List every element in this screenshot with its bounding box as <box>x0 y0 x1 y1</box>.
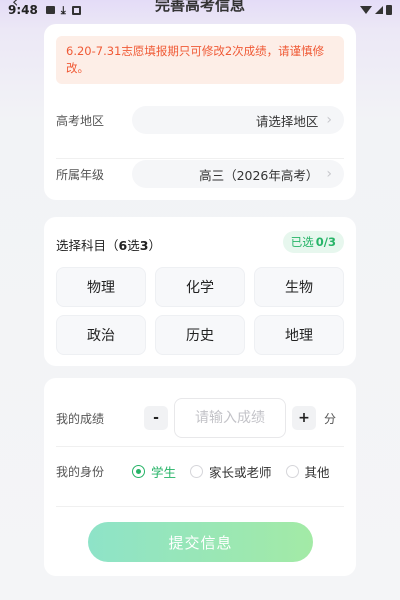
divider <box>56 158 344 159</box>
score-unit: 分 <box>324 411 337 426</box>
subjects-title-suffix: ） <box>148 238 161 253</box>
identity-option-label: 学生 <box>151 464 177 480</box>
subjects-grid: 物理 化学 生物 政治 历史 地理 <box>56 267 344 355</box>
region-select[interactable]: 请选择地区 › <box>132 106 344 134</box>
subjects-card: 选择科目（6选3） 已选 0/3 物理 化学 生物 政治 历史 地理 <box>44 217 356 366</box>
radio-checked-icon <box>132 464 145 478</box>
subjects-title-rule: 6 <box>118 238 128 253</box>
region-row: 高考地区 请选择地区 › <box>56 106 344 134</box>
identity-option-label: 其他 <box>304 464 330 480</box>
subjects-title: 选择科目（6选3） <box>56 235 161 254</box>
subject-physics[interactable]: 物理 <box>56 267 146 307</box>
chevron-right-icon: › <box>326 166 332 182</box>
page-title: 完善高考信息 <box>154 0 245 14</box>
region-value: 请选择地区 <box>255 113 319 129</box>
grade-label: 所属年级 <box>56 167 105 182</box>
score-decrement-button[interactable]: - <box>144 406 168 430</box>
subject-geography[interactable]: 地理 <box>254 315 344 355</box>
score-input[interactable] <box>174 398 286 438</box>
selected-count-badge: 已选 0/3 <box>282 231 344 253</box>
subject-politics[interactable]: 政治 <box>56 315 146 355</box>
subject-history[interactable]: 历史 <box>155 315 245 355</box>
subjects-title-mid: 选 <box>127 238 140 253</box>
selected-count: 0/3 <box>315 235 336 249</box>
subject-biology[interactable]: 生物 <box>254 267 344 307</box>
basic-info-card: 6.20-7.31志愿填报期只可修改2次成绩，请谨慎修改。 高考地区 请选择地区… <box>44 24 356 200</box>
grade-select[interactable]: 高三（2026年高考） › <box>132 160 344 188</box>
identity-row: 我的身份 学生 家长或老师 其他 <box>56 460 356 482</box>
divider <box>56 446 344 447</box>
subject-chemistry[interactable]: 化学 <box>155 267 245 307</box>
radio-icon <box>285 464 299 478</box>
edit-limit-notice: 6.20-7.31志愿填报期只可修改2次成绩，请谨慎修改。 <box>56 36 344 84</box>
submit-button[interactable]: 提交信息 <box>88 522 313 562</box>
score-increment-button[interactable]: + <box>292 406 316 430</box>
grade-value: 高三（2026年高考） <box>199 167 319 183</box>
score-card: 我的成绩 - + 分 我的身份 学生 家长或老师 其他 提交信息 <box>44 378 356 576</box>
identity-option-other[interactable]: 其他 <box>285 462 330 481</box>
score-row: 我的成绩 - + 分 <box>56 398 344 438</box>
chevron-right-icon: › <box>326 112 332 128</box>
score-label: 我的成绩 <box>56 411 105 426</box>
identity-option-label: 家长或老师 <box>209 464 272 480</box>
identity-option-student[interactable]: 学生 <box>132 462 176 481</box>
identity-option-parent-teacher[interactable]: 家长或老师 <box>190 462 272 481</box>
selected-prefix: 已选 <box>290 235 314 249</box>
divider <box>56 506 344 507</box>
identity-label: 我的身份 <box>56 464 105 479</box>
grade-row: 所属年级 高三（2026年高考） › <box>56 160 344 188</box>
region-label: 高考地区 <box>56 113 105 128</box>
subjects-title-prefix: 选择科目（ <box>56 238 119 253</box>
radio-icon <box>190 464 204 478</box>
